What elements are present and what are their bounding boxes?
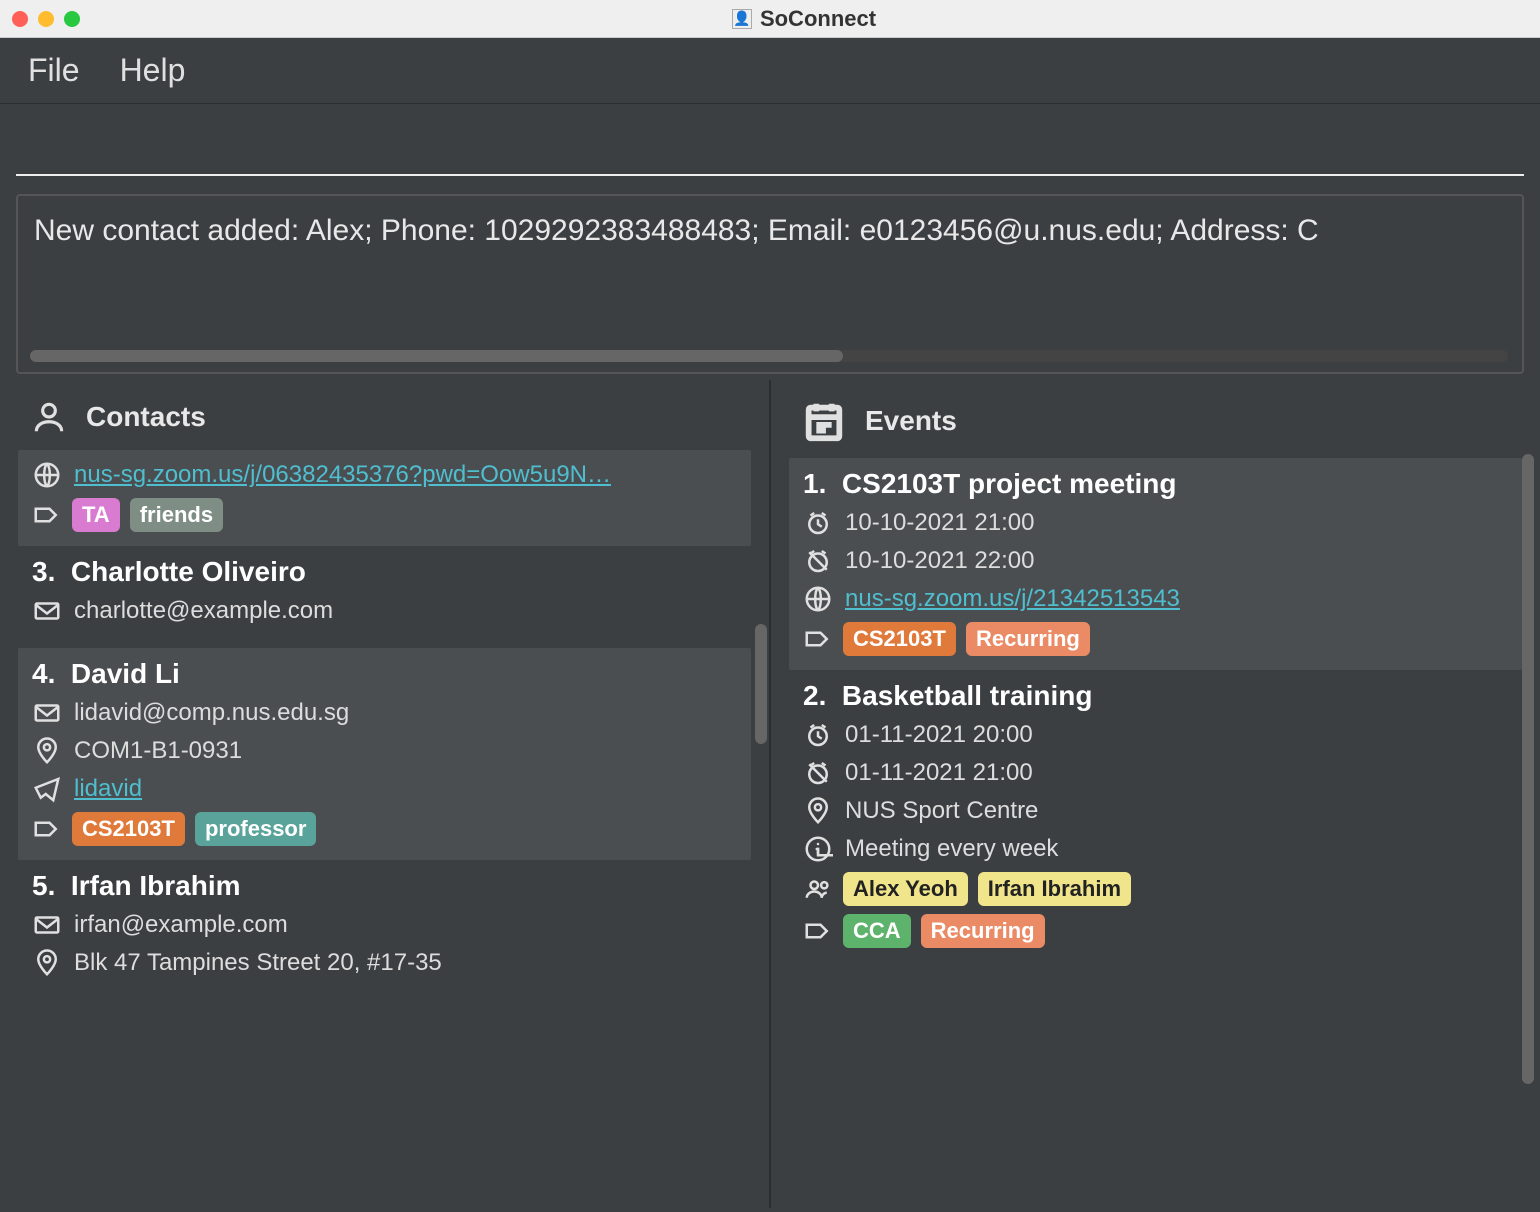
mail-icon	[32, 910, 62, 940]
tag: CS2103T	[72, 812, 185, 846]
tag: CCA	[843, 914, 911, 948]
window-controls	[12, 11, 80, 27]
app-icon: 👤	[732, 9, 752, 29]
menu-bar: File Help	[0, 38, 1540, 104]
contact-name: Charlotte Oliveiro	[71, 556, 306, 587]
clock-off-icon	[803, 758, 833, 788]
command-divider	[16, 174, 1524, 176]
events-title: Events	[865, 405, 957, 437]
contacts-header: Contacts	[0, 380, 769, 444]
result-display: New contact added: Alex; Phone: 10292923…	[16, 194, 1524, 374]
item-index: 1.	[803, 468, 826, 499]
list-item[interactable]: 3. Charlotte Oliveiro charlotte@example.…	[18, 546, 751, 648]
globe-icon	[803, 584, 833, 614]
event-name: Basketball training	[842, 680, 1093, 711]
list-item[interactable]: 1. CS2103T project meeting 10-10-2021 21…	[789, 458, 1522, 670]
event-start: 01-11-2021 20:00	[845, 721, 1033, 749]
event-link[interactable]: nus-sg.zoom.us/j/21342513543	[845, 585, 1180, 613]
person-tag: Irfan Ibrahim	[978, 872, 1131, 906]
menu-help[interactable]: Help	[120, 52, 186, 89]
result-h-scrollbar[interactable]	[30, 350, 1508, 362]
pin-icon	[803, 796, 833, 826]
pin-icon	[32, 948, 62, 978]
zoom-link[interactable]: nus-sg.zoom.us/j/06382435376?pwd=Oow5u9N…	[74, 461, 611, 489]
contact-location: COM1-B1-0931	[74, 737, 242, 765]
result-h-scrollthumb[interactable]	[30, 350, 843, 362]
people-icon	[803, 874, 833, 904]
telegram-link[interactable]: lidavid	[74, 775, 142, 803]
contacts-title: Contacts	[86, 401, 206, 433]
clock-icon	[803, 720, 833, 750]
item-index: 3.	[32, 556, 55, 587]
maximize-window-button[interactable]	[64, 11, 80, 27]
mail-icon	[32, 596, 62, 626]
window-title: SoConnect	[760, 6, 876, 32]
tag: friends	[130, 498, 223, 532]
telegram-icon	[32, 774, 62, 804]
contacts-v-scrollbar[interactable]	[755, 624, 767, 744]
pin-icon	[32, 736, 62, 766]
clock-off-icon	[803, 546, 833, 576]
main-panels: Contacts nus-sg.zoom.us/j/06382435376?pw…	[0, 380, 1540, 1208]
contact-name: Irfan Ibrahim	[71, 870, 241, 901]
contacts-panel: Contacts nus-sg.zoom.us/j/06382435376?pw…	[0, 380, 771, 1208]
event-note: Meeting every week	[845, 835, 1058, 863]
event-name: CS2103T project meeting	[842, 468, 1177, 499]
events-v-scrollbar[interactable]	[1522, 454, 1534, 1084]
tag: TA	[72, 498, 120, 532]
info-icon	[803, 834, 833, 864]
tag-icon	[32, 500, 62, 530]
event-end: 10-10-2021 22:00	[845, 547, 1035, 575]
contact-address: Blk 47 Tampines Street 20, #17-35	[74, 949, 442, 977]
tag-icon	[803, 916, 833, 946]
contact-email: lidavid@comp.nus.edu.sg	[74, 699, 349, 727]
events-header: Events	[771, 380, 1540, 452]
minimize-window-button[interactable]	[38, 11, 54, 27]
menu-file[interactable]: File	[28, 52, 80, 89]
globe-icon	[32, 460, 62, 490]
item-index: 4.	[32, 658, 55, 689]
list-item[interactable]: nus-sg.zoom.us/j/06382435376?pwd=Oow5u9N…	[18, 450, 751, 546]
tag: Recurring	[921, 914, 1045, 948]
events-panel: Events 1. CS2103T project meeting 10-10-…	[771, 380, 1540, 1208]
mail-icon	[32, 698, 62, 728]
contacts-list[interactable]: nus-sg.zoom.us/j/06382435376?pwd=Oow5u9N…	[0, 444, 769, 1208]
tag-icon	[803, 624, 833, 654]
event-location: NUS Sport Centre	[845, 797, 1038, 825]
tag-icon	[32, 814, 62, 844]
result-text: New contact added: Alex; Phone: 10292923…	[34, 214, 1506, 248]
list-item[interactable]: 4. David Li lidavid@comp.nus.edu.sg COM1…	[18, 648, 751, 860]
event-start: 10-10-2021 21:00	[845, 509, 1035, 537]
person-tag: Alex Yeoh	[843, 872, 968, 906]
clock-icon	[803, 508, 833, 538]
contact-name: David Li	[71, 658, 180, 689]
calendar-icon	[801, 398, 847, 444]
list-item[interactable]: 5. Irfan Ibrahim irfan@example.com Blk 4…	[18, 860, 751, 1000]
contact-email: charlotte@example.com	[74, 597, 333, 625]
tag: CS2103T	[843, 622, 956, 656]
title-bar: 👤 SoConnect	[0, 0, 1540, 38]
tag: professor	[195, 812, 316, 846]
item-index: 2.	[803, 680, 826, 711]
event-end: 01-11-2021 21:00	[845, 759, 1033, 787]
close-window-button[interactable]	[12, 11, 28, 27]
person-icon	[30, 398, 68, 436]
contact-email: irfan@example.com	[74, 911, 288, 939]
list-item[interactable]: 2. Basketball training 01-11-2021 20:00 …	[789, 670, 1522, 962]
events-list[interactable]: 1. CS2103T project meeting 10-10-2021 21…	[771, 452, 1540, 1208]
command-section: New contact added: Alex; Phone: 10292923…	[0, 104, 1540, 380]
item-index: 5.	[32, 870, 55, 901]
tag: Recurring	[966, 622, 1090, 656]
